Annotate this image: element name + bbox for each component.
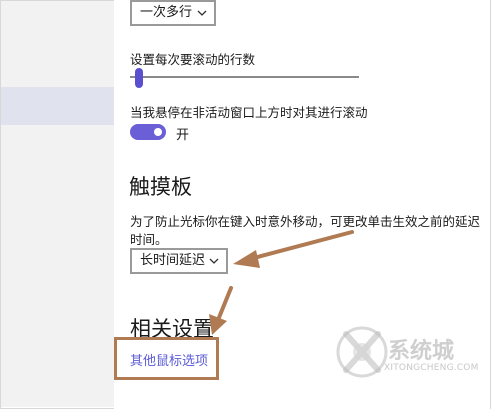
- watermark-brand: 系统城: [388, 339, 455, 364]
- watermark-url: XITONGCHENG.COM: [384, 363, 479, 373]
